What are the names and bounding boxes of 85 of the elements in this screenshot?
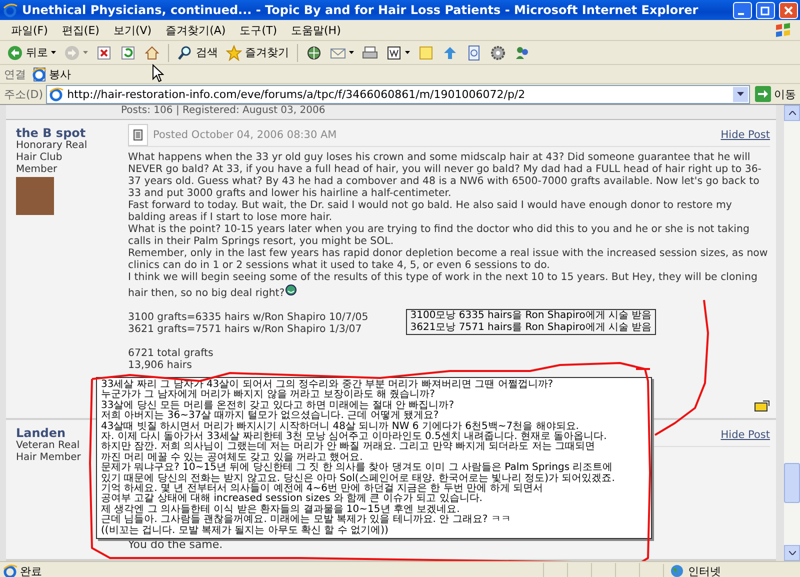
- hide-post-link[interactable]: Hide Post: [720, 129, 770, 141]
- note-line: 누군가가 그 남자에게 머리가 빠지지 않을 꺼라고 보장이라도 해 줬습니까?: [101, 390, 436, 400]
- note-line: 까진 머리 메꿀 수 있는 공여체도 갖고 있을 꺼라고 했어요.: [101, 452, 363, 463]
- people-icon: [514, 44, 530, 60]
- chevron-down-icon: [788, 551, 796, 555]
- document-icon: [386, 44, 402, 60]
- note-line: 43살때 빗질 하시면서 머리가 빠지시기 시작하더니 48살 되니까 NW 6 기에다가 6천5백~7천을 해야되요.: [101, 422, 579, 432]
- note-line: 기억 하세요. 몇 년 전부터서 의사들이 예전에 4~6번 만에 하던걸 지금은 한 두번 만에 하게 되면서: [101, 484, 544, 494]
- search-button[interactable]: 검색: [174, 44, 221, 62]
- scroll-up-button[interactable]: [784, 105, 800, 121]
- status-text: 완료: [20, 564, 43, 577]
- caret-icon: [737, 92, 744, 96]
- author-name[interactable]: the B spot: [16, 126, 86, 140]
- scroll-down-button[interactable]: [784, 545, 800, 561]
- menu-item[interactable]: 도구(T): [232, 22, 284, 38]
- refresh-icon: [120, 44, 136, 60]
- graft-stat: 3100 grafts=6335 hairs w/Ron Shapiro 10/7/05: [128, 312, 368, 324]
- minimize-button[interactable]: [733, 2, 752, 18]
- favorites-button[interactable]: 즐겨찾기: [223, 44, 292, 62]
- mouse-cursor-icon: [152, 64, 164, 83]
- windows-logo-icon: [774, 21, 792, 39]
- link-item[interactable]: 봉사: [32, 66, 71, 82]
- star-icon: [226, 44, 242, 60]
- globe-icon: [306, 44, 322, 60]
- note-line: 3100모낭 6335 hairs을 Ron Shapiro에게 시술 받음: [410, 310, 652, 322]
- house-icon: [144, 44, 160, 60]
- post-paragraph: I think we will begin seeing some of the results of this type of work in the next 10 to 15 years. But Hey, they will be cloning hair then, so no big deal right?: [128, 272, 758, 300]
- links-label: 연결: [4, 66, 26, 82]
- go-button[interactable]: 이동: [753, 86, 798, 102]
- caret-icon: [83, 51, 88, 54]
- note-line: 저희 아버지는 36~37살 때까지 털모가 없으셨습니다. 근데 어떻게 됐게요?: [101, 411, 440, 422]
- member-rank: Veteran Real Hair Member: [16, 440, 82, 464]
- zone-text: 인터넷: [688, 564, 721, 577]
- maximize-button[interactable]: [756, 2, 775, 18]
- caret-icon: [51, 51, 56, 54]
- total-line: 13,906 hairs: [128, 360, 193, 372]
- post-paragraph: Fast forward to today. But wait, the Dr. said I would not go bald. He also said I would have enough donor to restore my balding areas if I start to lose more hair.: [128, 200, 733, 224]
- caret-icon: [405, 51, 410, 54]
- note-line: 공여부 고갈 상태에 대해 increased session sizes 와 함께 큰 이슈가 되고 있습니다.: [101, 494, 482, 504]
- back-button[interactable]: 뒤로: [4, 44, 59, 62]
- smiley-icon: [284, 284, 297, 296]
- note-line: 근데 님들아. 그사람들 괜찮을꺼예요. 미래에는 모발 복제가 있을 테니까요. 안 그래요? ㅋㅋ: [101, 515, 512, 526]
- note-line: 3621모낭 7571 hairs를 Ron Shapiro에게 시술 받음: [410, 322, 652, 334]
- ie-logo-icon: [3, 2, 18, 18]
- arrow-up-icon: [442, 44, 458, 60]
- note-line: ((비꼬는 겁니다. 모발 복제가 될지는 아무도 확신 할 수 없기에)): [101, 526, 390, 536]
- address-field[interactable]: http://hair-restoration-info.com/eve/forums/a/tpc/f/3466060861/m/1901006072/p/2: [46, 84, 750, 104]
- post-paragraph: What happens when the 33 yr old guy loses his crown and some midscalp hair at 43? Did someone guarantee that he will NEVER go bald? At 33, if you have a full head of hair, you will never go bald? My dad had a FULL head of hair right up to 36-37 years old. Guess what? By 43 he had a combover and 48 is a NW6 with 6500-7000 grafts available. Now let's go back to 33 and put 3000 grafts and lower his hairline a half-centimeter.: [128, 152, 762, 200]
- maximize-icon: [760, 4, 771, 16]
- window-title: Unethical Physicians, continued... - Topic By and for Hair Loss Patients - Microsoft Internet Explorer: [22, 3, 700, 17]
- gear-icon: [490, 44, 506, 60]
- total-line: 6721 total grafts: [128, 348, 214, 360]
- member-rank: Honorary Real Hair Club Member: [16, 140, 88, 176]
- note-line: 33살에 당신 모든 머리를 온전히 갖고 있다고 하면 미래에는 절대 안 빠집니까?: [101, 400, 455, 411]
- caret-icon: [349, 51, 354, 54]
- cross-icon: [96, 44, 112, 60]
- globe-icon: [670, 564, 684, 577]
- menu-item[interactable]: 즐겨찾기(A): [158, 22, 233, 38]
- menu-item[interactable]: 파일(F): [4, 22, 55, 38]
- printer-icon: [362, 44, 378, 60]
- note-icon: [418, 44, 434, 60]
- post-paragraph: Remember, only in the last few years has rapid donor depletion become a real issue with the increased session sizes, as now clinics can do in 1 or 2 sessions what it used to take 4, 5, or even 6 sessions to do.: [128, 248, 769, 272]
- note-line: 제 생각엔 그 의사들한테 이식 받은 환자들의 결과물을 10~15년 후엔 보겠네요.: [101, 504, 460, 515]
- close-button[interactable]: [779, 2, 798, 18]
- address-label: 주소(D): [4, 86, 44, 102]
- menu-item[interactable]: 보기(V): [106, 22, 159, 38]
- menu-item[interactable]: 편집(E): [54, 22, 106, 38]
- post-paragraph: What is the point? 10-15 years later when you are trying to find the doctor who did this to you and he or she is not taking calls in their Palm Springs resort, you might be SOL.: [128, 224, 750, 248]
- author-name[interactable]: Landen: [16, 426, 66, 440]
- profile-info: Posts: 106 | Registered: August 03, 2006: [6, 105, 776, 120]
- search-icon: [177, 44, 193, 60]
- dropdown-button[interactable]: [733, 86, 748, 102]
- hide-post-link[interactable]: Hide Post: [720, 429, 770, 441]
- graft-stat: 3621 grafts=7571 hairs w/Ron Shapiro 1/3/07: [128, 324, 363, 336]
- quote-icon[interactable]: [754, 400, 770, 412]
- chevron-up-icon: [788, 111, 796, 115]
- close-icon: [783, 4, 794, 16]
- note-line: 있기 때문에 당신의 전화는 받지 않고요. 당신은 아마 Sol(스페인어로 태양. 한국어로는 빛나리 정도)가 되어있겠죠.: [101, 474, 616, 484]
- scroll-thumb[interactable]: [784, 463, 800, 503]
- menu-item[interactable]: 도움말(H): [284, 22, 348, 38]
- note-line: 문제가 뭐냐구요? 10~15년 뒤에 당신한테 그 짓 한 의사를 찾아 댕겨도 이미 그 사람들은 Palm Springs 리조트에: [101, 463, 614, 474]
- note-line: 하지만 잠깐. 저희 의사님이 그랬는데 저는 머리가 안 빠질 꺼래요. 그리고 만약 빠지게 되더라도 저는 그때되면: [101, 442, 596, 452]
- note-line: 자. 이제 다시 돌아가서 33세살 짜리한테 3천 모낭 심어주고 이마라인도 0.5센치 내려줍니다. 현재로 돌아옵니다.: [101, 432, 608, 442]
- post-date: Posted October 04, 2006 08:30 AM: [153, 129, 338, 141]
- minimize-icon: [738, 12, 744, 14]
